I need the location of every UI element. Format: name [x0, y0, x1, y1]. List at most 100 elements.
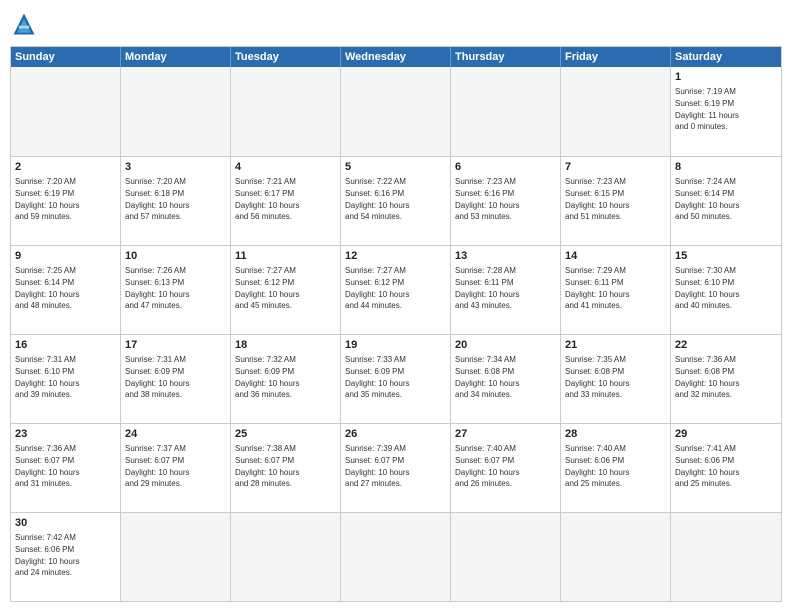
calendar-cell: 17Sunrise: 7:31 AM Sunset: 6:09 PM Dayli… [121, 335, 231, 423]
calendar: SundayMondayTuesdayWednesdayThursdayFrid… [10, 46, 782, 602]
day-info: Sunrise: 7:40 AM Sunset: 6:07 PM Dayligh… [455, 443, 556, 489]
weekday-header: Saturday [671, 47, 781, 67]
calendar-cell: 5Sunrise: 7:22 AM Sunset: 6:16 PM Daylig… [341, 157, 451, 245]
day-info: Sunrise: 7:41 AM Sunset: 6:06 PM Dayligh… [675, 443, 777, 489]
day-number: 30 [15, 516, 116, 531]
calendar-cell [121, 67, 231, 156]
day-number: 10 [125, 249, 226, 264]
calendar-cell [451, 513, 561, 601]
day-info: Sunrise: 7:38 AM Sunset: 6:07 PM Dayligh… [235, 443, 336, 489]
day-info: Sunrise: 7:19 AM Sunset: 6:19 PM Dayligh… [675, 86, 777, 132]
day-number: 18 [235, 338, 336, 353]
calendar-header: SundayMondayTuesdayWednesdayThursdayFrid… [11, 47, 781, 67]
day-number: 1 [675, 70, 777, 85]
calendar-cell: 2Sunrise: 7:20 AM Sunset: 6:19 PM Daylig… [11, 157, 121, 245]
day-info: Sunrise: 7:24 AM Sunset: 6:14 PM Dayligh… [675, 176, 777, 222]
header [10, 10, 782, 38]
calendar-cell [121, 513, 231, 601]
day-info: Sunrise: 7:34 AM Sunset: 6:08 PM Dayligh… [455, 354, 556, 400]
day-info: Sunrise: 7:35 AM Sunset: 6:08 PM Dayligh… [565, 354, 666, 400]
weekday-header: Friday [561, 47, 671, 67]
calendar-row: 9Sunrise: 7:25 AM Sunset: 6:14 PM Daylig… [11, 245, 781, 334]
day-number: 25 [235, 427, 336, 442]
calendar-cell: 10Sunrise: 7:26 AM Sunset: 6:13 PM Dayli… [121, 246, 231, 334]
day-info: Sunrise: 7:27 AM Sunset: 6:12 PM Dayligh… [235, 265, 336, 311]
day-info: Sunrise: 7:20 AM Sunset: 6:18 PM Dayligh… [125, 176, 226, 222]
calendar-cell [671, 513, 781, 601]
day-info: Sunrise: 7:29 AM Sunset: 6:11 PM Dayligh… [565, 265, 666, 311]
calendar-cell: 30Sunrise: 7:42 AM Sunset: 6:06 PM Dayli… [11, 513, 121, 601]
calendar-cell: 13Sunrise: 7:28 AM Sunset: 6:11 PM Dayli… [451, 246, 561, 334]
calendar-cell [561, 513, 671, 601]
day-number: 7 [565, 160, 666, 175]
day-info: Sunrise: 7:30 AM Sunset: 6:10 PM Dayligh… [675, 265, 777, 311]
calendar-cell: 11Sunrise: 7:27 AM Sunset: 6:12 PM Dayli… [231, 246, 341, 334]
day-info: Sunrise: 7:42 AM Sunset: 6:06 PM Dayligh… [15, 532, 116, 578]
day-number: 27 [455, 427, 556, 442]
day-info: Sunrise: 7:27 AM Sunset: 6:12 PM Dayligh… [345, 265, 446, 311]
calendar-row: 30Sunrise: 7:42 AM Sunset: 6:06 PM Dayli… [11, 512, 781, 601]
calendar-cell [341, 513, 451, 601]
calendar-cell: 8Sunrise: 7:24 AM Sunset: 6:14 PM Daylig… [671, 157, 781, 245]
weekday-header: Monday [121, 47, 231, 67]
calendar-cell: 12Sunrise: 7:27 AM Sunset: 6:12 PM Dayli… [341, 246, 451, 334]
day-info: Sunrise: 7:21 AM Sunset: 6:17 PM Dayligh… [235, 176, 336, 222]
calendar-cell: 25Sunrise: 7:38 AM Sunset: 6:07 PM Dayli… [231, 424, 341, 512]
calendar-cell: 7Sunrise: 7:23 AM Sunset: 6:15 PM Daylig… [561, 157, 671, 245]
day-number: 26 [345, 427, 446, 442]
calendar-cell [11, 67, 121, 156]
day-number: 20 [455, 338, 556, 353]
day-info: Sunrise: 7:20 AM Sunset: 6:19 PM Dayligh… [15, 176, 116, 222]
day-number: 17 [125, 338, 226, 353]
day-number: 2 [15, 160, 116, 175]
calendar-row: 23Sunrise: 7:36 AM Sunset: 6:07 PM Dayli… [11, 423, 781, 512]
day-info: Sunrise: 7:31 AM Sunset: 6:10 PM Dayligh… [15, 354, 116, 400]
day-number: 4 [235, 160, 336, 175]
day-number: 13 [455, 249, 556, 264]
calendar-cell: 16Sunrise: 7:31 AM Sunset: 6:10 PM Dayli… [11, 335, 121, 423]
day-info: Sunrise: 7:36 AM Sunset: 6:08 PM Dayligh… [675, 354, 777, 400]
calendar-body: 1Sunrise: 7:19 AM Sunset: 6:19 PM Daylig… [11, 67, 781, 601]
day-info: Sunrise: 7:25 AM Sunset: 6:14 PM Dayligh… [15, 265, 116, 311]
calendar-cell: 21Sunrise: 7:35 AM Sunset: 6:08 PM Dayli… [561, 335, 671, 423]
weekday-header: Sunday [11, 47, 121, 67]
day-number: 29 [675, 427, 777, 442]
day-number: 3 [125, 160, 226, 175]
calendar-cell: 23Sunrise: 7:36 AM Sunset: 6:07 PM Dayli… [11, 424, 121, 512]
weekday-header: Tuesday [231, 47, 341, 67]
day-info: Sunrise: 7:22 AM Sunset: 6:16 PM Dayligh… [345, 176, 446, 222]
generalblue-logo-icon [10, 10, 38, 38]
calendar-cell [231, 513, 341, 601]
day-number: 11 [235, 249, 336, 264]
day-number: 22 [675, 338, 777, 353]
calendar-cell: 22Sunrise: 7:36 AM Sunset: 6:08 PM Dayli… [671, 335, 781, 423]
calendar-page: SundayMondayTuesdayWednesdayThursdayFrid… [0, 0, 792, 612]
calendar-cell: 19Sunrise: 7:33 AM Sunset: 6:09 PM Dayli… [341, 335, 451, 423]
day-number: 28 [565, 427, 666, 442]
day-info: Sunrise: 7:33 AM Sunset: 6:09 PM Dayligh… [345, 354, 446, 400]
calendar-row: 2Sunrise: 7:20 AM Sunset: 6:19 PM Daylig… [11, 156, 781, 245]
calendar-cell: 27Sunrise: 7:40 AM Sunset: 6:07 PM Dayli… [451, 424, 561, 512]
calendar-row: 1Sunrise: 7:19 AM Sunset: 6:19 PM Daylig… [11, 67, 781, 156]
calendar-cell [341, 67, 451, 156]
calendar-cell: 26Sunrise: 7:39 AM Sunset: 6:07 PM Dayli… [341, 424, 451, 512]
calendar-cell: 29Sunrise: 7:41 AM Sunset: 6:06 PM Dayli… [671, 424, 781, 512]
day-info: Sunrise: 7:31 AM Sunset: 6:09 PM Dayligh… [125, 354, 226, 400]
weekday-header: Wednesday [341, 47, 451, 67]
day-number: 15 [675, 249, 777, 264]
calendar-cell [231, 67, 341, 156]
day-info: Sunrise: 7:23 AM Sunset: 6:16 PM Dayligh… [455, 176, 556, 222]
day-number: 6 [455, 160, 556, 175]
day-number: 16 [15, 338, 116, 353]
calendar-cell: 1Sunrise: 7:19 AM Sunset: 6:19 PM Daylig… [671, 67, 781, 156]
calendar-cell [561, 67, 671, 156]
day-number: 12 [345, 249, 446, 264]
day-number: 5 [345, 160, 446, 175]
day-info: Sunrise: 7:23 AM Sunset: 6:15 PM Dayligh… [565, 176, 666, 222]
day-number: 9 [15, 249, 116, 264]
day-info: Sunrise: 7:28 AM Sunset: 6:11 PM Dayligh… [455, 265, 556, 311]
day-info: Sunrise: 7:39 AM Sunset: 6:07 PM Dayligh… [345, 443, 446, 489]
calendar-cell: 15Sunrise: 7:30 AM Sunset: 6:10 PM Dayli… [671, 246, 781, 334]
calendar-cell: 14Sunrise: 7:29 AM Sunset: 6:11 PM Dayli… [561, 246, 671, 334]
calendar-cell: 20Sunrise: 7:34 AM Sunset: 6:08 PM Dayli… [451, 335, 561, 423]
